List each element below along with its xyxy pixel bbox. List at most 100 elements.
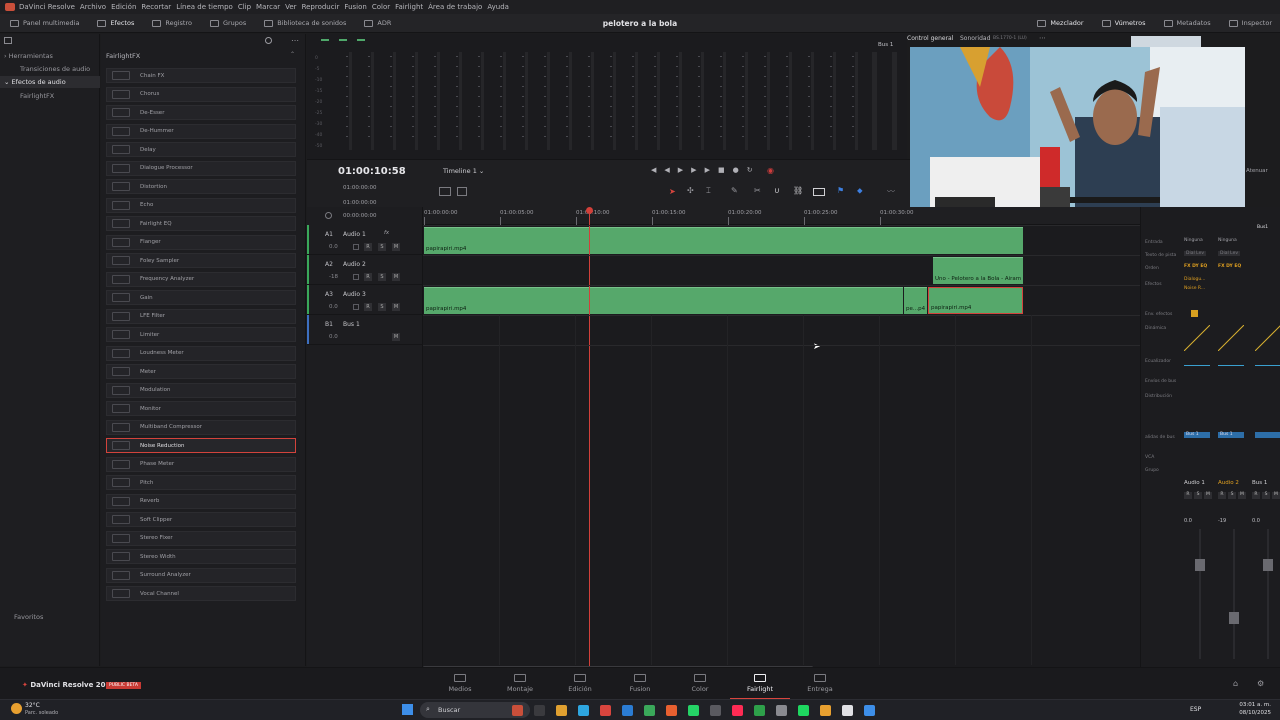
mezclador-button[interactable]: Mezclador (1037, 19, 1084, 27)
track-name[interactable]: Audio 1 (343, 231, 366, 238)
taskbar-davinci-icon[interactable] (842, 705, 853, 716)
fx-item[interactable]: Gain (106, 290, 296, 305)
fast-forward-button[interactable]: ▶▶ (678, 166, 705, 174)
page-tab[interactable]: Edición (555, 668, 605, 700)
fader-knob[interactable] (1263, 559, 1273, 571)
loop-button[interactable]: ↻ (747, 166, 761, 174)
time-ruler[interactable]: 01:00:00:00 01:00:05:00 01:00:10:00 01:00:1… (423, 207, 1140, 225)
pencil-tool-icon[interactable]: ✎ (731, 186, 738, 195)
dial-lev-badge[interactable]: Dial Lev (1218, 251, 1241, 256)
vumetros-button[interactable]: Vúmetros (1101, 19, 1146, 27)
select-tool-icon[interactable]: ➤ (669, 187, 676, 196)
weather-temp[interactable]: 32°C (25, 702, 40, 709)
taskbar-tiktok-icon[interactable] (732, 705, 743, 716)
track-volume[interactable]: -18 (329, 274, 338, 280)
taskbar-app-icon[interactable] (534, 705, 545, 716)
collapse-icon[interactable]: ⌃ (290, 51, 295, 58)
link-icon[interactable]: ⛓ (793, 186, 803, 195)
record-arm-button[interactable]: R (364, 303, 372, 311)
viewer-options-icon[interactable]: ⋯ (1039, 34, 1046, 42)
fx-item[interactable]: Delay (106, 142, 296, 157)
record-arm-button[interactable]: R (1218, 492, 1226, 499)
fx-item[interactable]: Limiter (106, 327, 296, 342)
record-arm-button[interactable]: R (1252, 492, 1260, 499)
weather-desc[interactable]: Parc. soleado (25, 710, 58, 716)
taskbar-edge-icon[interactable] (578, 705, 589, 716)
fx-item[interactable]: Modulation (106, 382, 296, 398)
fx-item[interactable]: Soft Clipper (106, 512, 296, 527)
track-name[interactable]: Bus 1 (343, 321, 360, 328)
playhead-handle[interactable] (586, 207, 593, 214)
marker-icon[interactable]: ⬥ (857, 186, 863, 196)
mute-button[interactable]: M (392, 273, 400, 281)
tree-fairlightfx[interactable]: FairlightFX (20, 92, 54, 100)
dial-lev-badge[interactable]: Dial Lev (1184, 251, 1207, 256)
fx-item[interactable]: Frequency Analyzer (106, 271, 296, 287)
menu-marcar[interactable]: Marcar (256, 3, 280, 11)
mute-button[interactable]: M (1238, 492, 1246, 499)
menu-fairlight[interactable]: Fairlight (395, 3, 423, 11)
track-volume[interactable]: 0.0 (329, 244, 338, 250)
record-arm-button[interactable]: R (364, 273, 372, 281)
fx-item[interactable]: Foley Sampler (106, 253, 296, 268)
clip-a3-2[interactable]: pe...p4 (904, 287, 927, 314)
dynamics-graph[interactable] (1218, 325, 1244, 351)
track-name[interactable]: Audio 3 (343, 291, 366, 298)
fx-item[interactable]: Meter (106, 364, 296, 379)
menu-edicion[interactable]: Edición (111, 3, 136, 11)
fx-item[interactable]: Distortion (106, 179, 296, 194)
taskbar-outlook-icon[interactable] (622, 705, 633, 716)
menu-linea-de-tiempo[interactable]: Línea de tiempo (176, 3, 233, 11)
track-link-icon[interactable] (353, 304, 359, 310)
taskbar-chrome-icon[interactable] (820, 705, 831, 716)
clip-a2[interactable]: Uno - Pelotero a la Bola - Airam Páez.mp… (933, 257, 1023, 284)
inspector-button[interactable]: Inspector (1228, 19, 1272, 27)
order-badge[interactable]: FX DY EQ (1218, 264, 1241, 269)
efectos-button[interactable]: Efectos (97, 19, 134, 27)
fx-item[interactable]: Noise Reduction (106, 438, 296, 453)
taskbar-excel-icon[interactable] (754, 705, 765, 716)
menu-archivo[interactable]: Archivo (80, 3, 106, 11)
dynamics-graph[interactable] (1184, 325, 1210, 351)
play-button[interactable]: ▶ (705, 166, 718, 174)
taskbar-game-icon[interactable] (776, 705, 787, 716)
range-tool-icon[interactable]: ✣ (687, 186, 694, 195)
home-icon[interactable]: ⌂ (1233, 679, 1238, 688)
fx-item[interactable]: Surround Analyzer (106, 567, 296, 583)
fx-item[interactable]: De-Hummer (106, 123, 296, 139)
page-tab[interactable]: Fairlight (730, 668, 790, 700)
solo-button[interactable]: S (1194, 492, 1202, 499)
tree-efectos-audio[interactable]: ⌄ Efectos de audio (0, 76, 100, 88)
waveform-icon[interactable]: 〰 (887, 186, 895, 197)
fx-item[interactable]: Chorus (106, 86, 296, 102)
eq-curve[interactable] (1184, 365, 1210, 366)
mute-button[interactable]: M (392, 243, 400, 251)
page-tab[interactable]: Fusion (615, 668, 665, 700)
playhead[interactable] (589, 209, 590, 667)
menu-recortar[interactable]: Recortar (141, 3, 171, 11)
edit-tool-icon[interactable]: ⌶ (706, 186, 711, 196)
fx-item[interactable]: Vocal Channel (106, 586, 296, 601)
track-header[interactable]: A1 Audio 1 0.0 fx R S M (307, 225, 423, 255)
tree-herramientas[interactable]: › Herramientas (4, 52, 53, 60)
track-volume[interactable]: 0.0 (329, 334, 338, 340)
solo-button[interactable]: S (378, 303, 386, 311)
record-button[interactable]: ● (733, 166, 747, 174)
fx-item[interactable]: Dialogue Processor (106, 160, 296, 176)
track-layout-icon[interactable] (439, 187, 451, 196)
fx-item[interactable]: Echo (106, 197, 296, 213)
sonoridad-tab[interactable]: Sonoridad (960, 35, 990, 42)
order-badge[interactable]: FX DY EQ (1184, 264, 1207, 269)
panel-multimedia-button[interactable]: Panel multimedia (10, 19, 79, 27)
clip-a1[interactable]: papirapiri.mp4 (424, 227, 1023, 254)
menu-clip[interactable]: Clip (238, 3, 251, 11)
input-none-value[interactable]: Ninguna (1184, 238, 1203, 243)
taskbar-capcut-icon[interactable] (864, 705, 875, 716)
track-link-icon[interactable] (353, 244, 359, 250)
page-tab[interactable]: Entrega (795, 668, 845, 700)
settings-gear-icon[interactable]: ⚙ (1257, 679, 1264, 688)
fx-item[interactable]: Chain FX (106, 68, 296, 83)
more-options-icon[interactable]: ⋯ (291, 36, 299, 45)
menu-ver[interactable]: Ver (285, 3, 296, 11)
grid-icon[interactable] (457, 187, 467, 196)
